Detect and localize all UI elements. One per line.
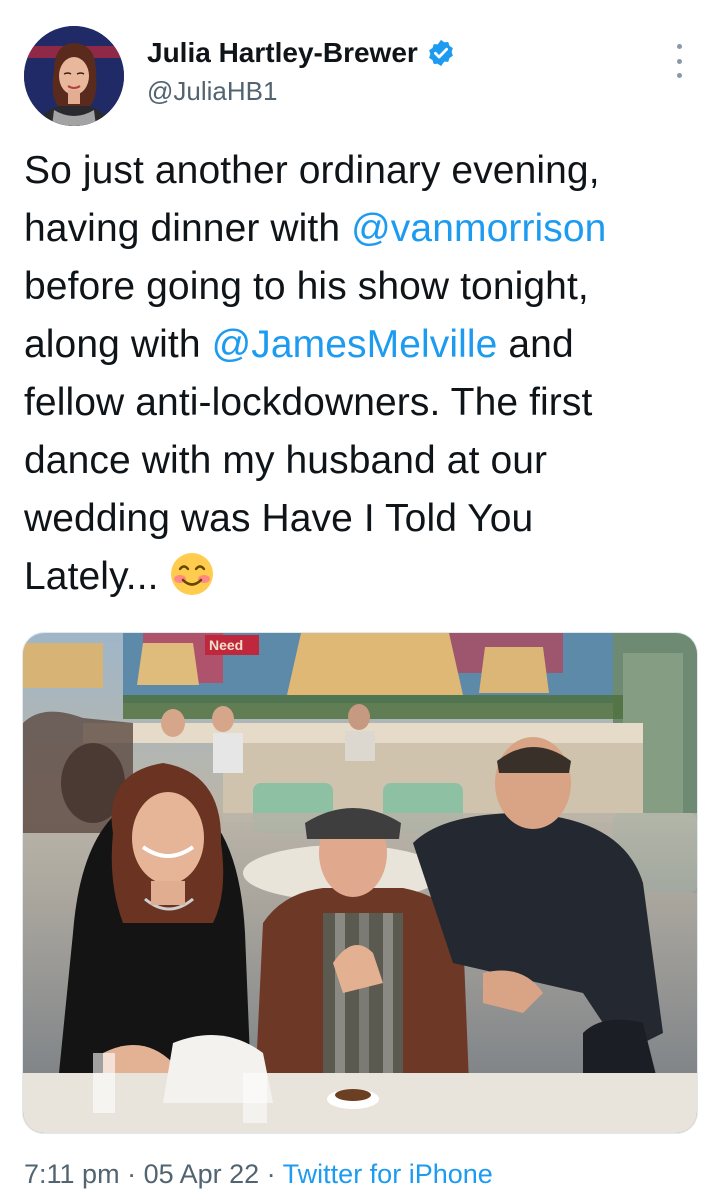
tweet-text-line: wedding was Have I Told You xyxy=(24,497,534,540)
tweet-text-line: dance with my husband at our xyxy=(24,439,548,482)
tweet-text-line: having dinner with @vanmorrison xyxy=(24,200,704,258)
tweet-text: So just another ordinary evening, having… xyxy=(24,142,704,606)
dot-icon xyxy=(676,73,682,78)
author-block: Julia Hartley-Brewer @JuliaHB1 xyxy=(147,34,456,108)
tweet-date[interactable]: 05 Apr 22 xyxy=(144,1159,260,1189)
text-segment: along with xyxy=(24,323,212,366)
verified-badge-icon xyxy=(426,38,456,68)
tweet-source-link[interactable]: Twitter for iPhone xyxy=(283,1159,493,1189)
mention-link-vanmorrison[interactable]: @vanmorrison xyxy=(351,207,606,250)
text-segment: having dinner with xyxy=(24,207,352,250)
tweet-time[interactable]: 7:11 pm xyxy=(24,1159,120,1189)
tweet-text-line: fellow anti-lockdowners. The first xyxy=(24,381,593,424)
tweet-text-line: So just another ordinary evening, xyxy=(24,149,600,192)
tweet-photo[interactable]: Need xyxy=(22,632,698,1134)
tweet-text-line: before going to his show tonight, xyxy=(24,265,589,308)
avatar-photo xyxy=(24,26,124,126)
name-row: Julia Hartley-Brewer xyxy=(147,34,456,72)
separator: · xyxy=(119,1159,144,1189)
tweet-metadata: 7:11 pm · 05 Apr 22 · Twitter for iPhone xyxy=(24,1156,493,1192)
handle[interactable]: @JuliaHB1 xyxy=(147,74,456,108)
dot-icon xyxy=(676,58,682,64)
separator: · xyxy=(259,1159,283,1189)
more-options-icon[interactable] xyxy=(668,44,690,78)
avatar[interactable] xyxy=(24,26,124,126)
blushing-smile-emoji-icon xyxy=(169,551,215,597)
mention-link-jamesmelville[interactable]: @JamesMelville xyxy=(212,323,498,366)
display-name[interactable]: Julia Hartley-Brewer xyxy=(147,34,418,72)
tweet-text-line: along with @JamesMelville and xyxy=(24,316,704,374)
tweet: Julia Hartley-Brewer @JuliaHB1 So just a… xyxy=(0,0,718,1200)
tweet-text-line: Lately... xyxy=(24,548,704,606)
restaurant-photo: Need xyxy=(23,633,697,1133)
dot-icon xyxy=(676,44,682,49)
text-segment: and xyxy=(497,323,574,366)
sign-text: Need xyxy=(209,637,243,653)
text-segment: Lately... xyxy=(24,555,159,598)
